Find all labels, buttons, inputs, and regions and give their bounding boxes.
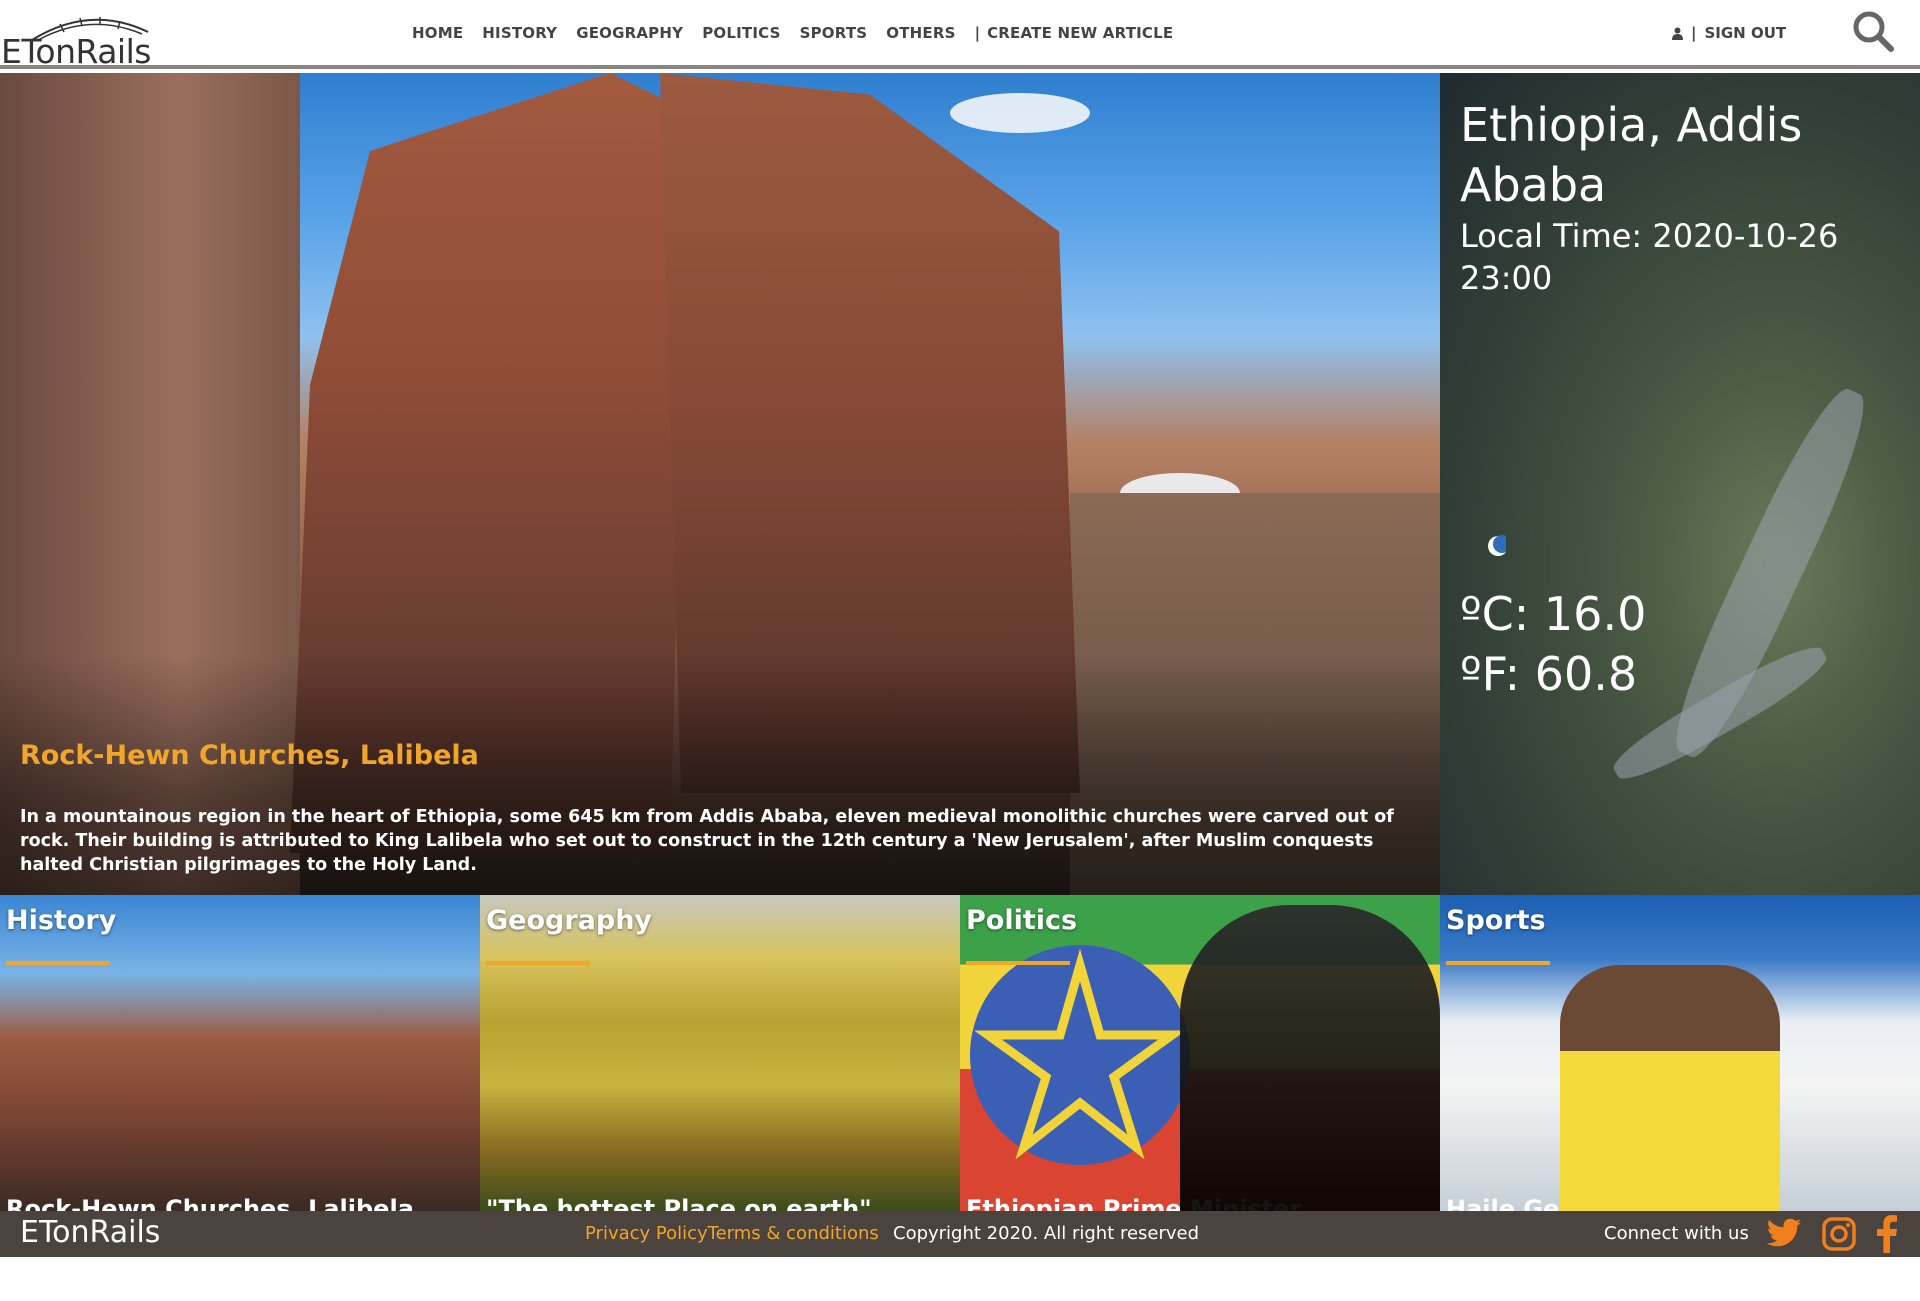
nav-home[interactable]: HOME (412, 24, 463, 42)
footer-logo[interactable]: ETonRails (20, 1215, 160, 1250)
search-icon[interactable] (1852, 10, 1894, 52)
prime-minister-photo (1180, 905, 1440, 1211)
moon-icon (1488, 535, 1506, 556)
hero-article[interactable]: Rock-Hewn Churches, Lalibela In a mounta… (0, 73, 1440, 895)
nav-sports[interactable]: SPORTS (800, 24, 868, 42)
runner-photo (1560, 965, 1780, 1211)
cloud-decoration (950, 93, 1090, 133)
nav-create-article[interactable]: CREATE NEW ARTICLE (987, 24, 1173, 42)
footer-connect-label: Connect with us (1604, 1223, 1749, 1244)
main-nav: HOME HISTORY GEOGRAPHY POLITICS SPORTS O… (412, 24, 1192, 42)
category-title: Geography (486, 905, 653, 936)
weather-local-time: Local Time: 2020-10-26 23:00 (1460, 217, 1839, 297)
user-icon (1672, 27, 1683, 40)
terms-link[interactable]: Terms & conditions (708, 1223, 879, 1244)
signout-link[interactable]: SIGN OUT (1704, 24, 1786, 42)
user-separator: | (1691, 24, 1697, 42)
nav-others[interactable]: OTHERS (886, 24, 955, 42)
category-caption: Rock-Hewn Churches, Lalibela (6, 1195, 414, 1211)
hero-title[interactable]: Rock-Hewn Churches, Lalibela (20, 740, 479, 771)
category-underline (486, 961, 590, 965)
category-title: Sports (1446, 905, 1546, 936)
nav-history[interactable]: HISTORY (482, 24, 557, 42)
facebook-icon[interactable] (1876, 1215, 1898, 1253)
category-caption: "The hottest Place on earth" (486, 1195, 872, 1211)
weather-celsius: ºC: 16.0 (1460, 587, 1647, 641)
logo-text: ETonRails (1, 32, 151, 71)
hero-description: In a mountainous region in the heart of … (20, 807, 1394, 875)
twitter-icon[interactable] (1766, 1218, 1802, 1250)
user-area: | SIGN OUT (1672, 24, 1786, 42)
nav-geography[interactable]: GEOGRAPHY (576, 24, 683, 42)
category-title: History (6, 905, 117, 936)
nav-separator: | (974, 24, 981, 42)
weather-fahrenheit: ºF: 60.8 (1460, 647, 1638, 701)
category-underline (6, 961, 110, 965)
category-tile-geography[interactable]: Geography "The hottest Place on earth" (480, 895, 960, 1211)
category-underline (966, 961, 1070, 965)
footer: ETonRails Privacy PolicyTerms & conditio… (0, 1211, 1920, 1257)
weather-panel: Ethiopia, Addis Ababa Local Time: 2020-1… (1440, 73, 1920, 895)
instagram-icon[interactable] (1822, 1217, 1856, 1251)
site-logo[interactable]: ETonRails (0, 10, 151, 71)
category-underline (1446, 961, 1550, 965)
category-title: Politics (966, 905, 1078, 936)
footer-copyright: Copyright 2020. All right reserved (893, 1223, 1200, 1244)
footer-links: Privacy PolicyTerms & conditions (585, 1223, 879, 1244)
weather-city: Ethiopia, Addis Ababa (1460, 98, 1803, 212)
category-tile-history[interactable]: History Rock-Hewn Churches, Lalibela (0, 895, 480, 1211)
header: ETonRails HOME HISTORY GEOGRAPHY POLITIC… (0, 0, 1920, 71)
category-tiles: History Rock-Hewn Churches, Lalibela Geo… (0, 895, 1920, 1211)
privacy-policy-link[interactable]: Privacy Policy (585, 1223, 708, 1244)
nav-politics[interactable]: POLITICS (702, 24, 780, 42)
